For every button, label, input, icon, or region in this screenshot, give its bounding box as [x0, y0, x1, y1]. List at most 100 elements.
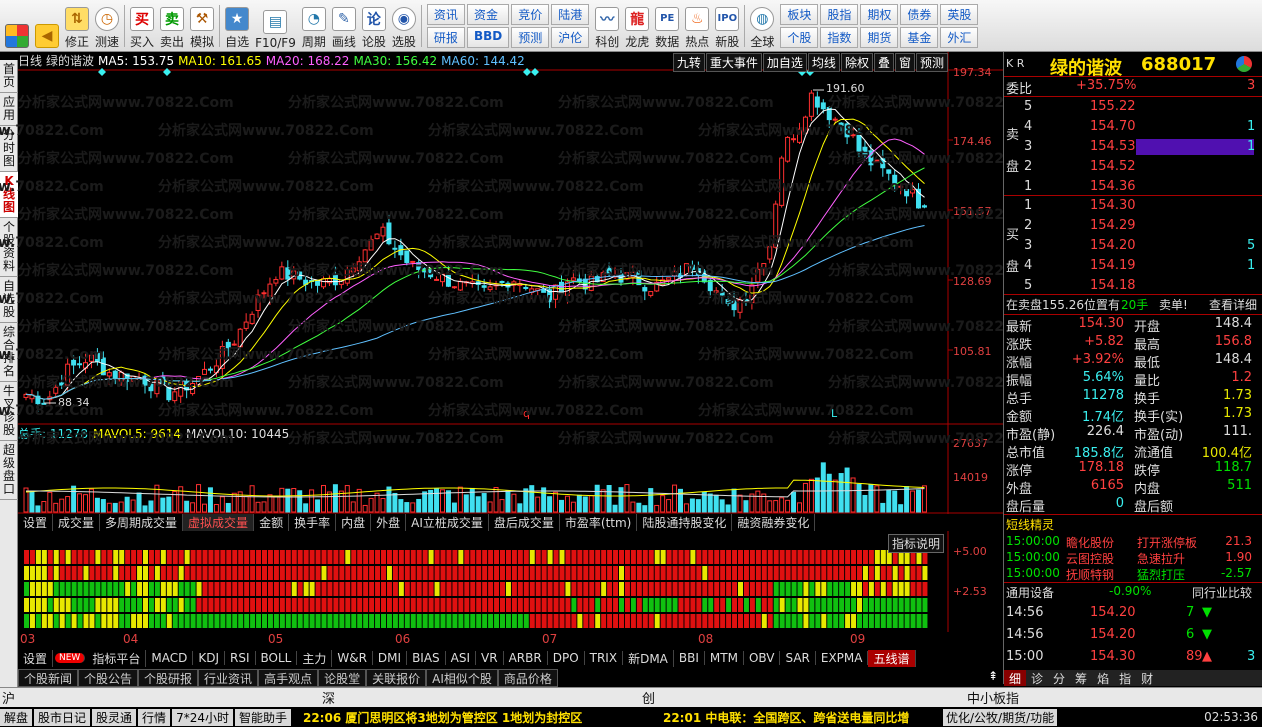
vtab-ranking[interactable]: 综合排名: [0, 323, 18, 382]
chart-btn-events[interactable]: 重大事件: [705, 53, 762, 72]
news-tab[interactable]: 个股公告: [78, 669, 139, 687]
buy-level-row[interactable]: 3 154.20 5: [1004, 238, 1255, 256]
ind-tab[interactable]: 金额: [254, 514, 290, 531]
btab[interactable]: ASI: [446, 651, 477, 665]
quick-link[interactable]: 沪伦: [551, 26, 590, 48]
quick-link[interactable]: 板块: [780, 3, 819, 25]
quick-link[interactable]: 预测: [511, 26, 550, 48]
f10-button[interactable]: ▤ F10/F9: [252, 2, 299, 50]
ind-tab[interactable]: 设置: [18, 514, 54, 531]
ind-tab-active[interactable]: 虚拟成交量: [183, 514, 255, 531]
news-tab[interactable]: 商品价格: [497, 669, 558, 687]
btab[interactable]: BOLL: [256, 651, 298, 665]
watchlist-button[interactable]: ★ 自选: [222, 2, 252, 50]
quick-link[interactable]: 指数: [820, 26, 859, 48]
quick-link[interactable]: 债券: [900, 3, 939, 25]
news-ticker-1[interactable]: 22:06 厦门思明区将3地划为管控区 1地划为封控区: [303, 709, 663, 726]
ipo-button[interactable]: IPO 新股: [712, 2, 742, 50]
chart-btn-jiuzhuan[interactable]: 九转: [672, 53, 705, 72]
quick-link[interactable]: 期权: [860, 3, 899, 25]
status-btn[interactable]: 股市日记: [34, 708, 91, 726]
btab-settings[interactable]: 设置: [18, 649, 54, 667]
btab[interactable]: RSI: [225, 651, 256, 665]
quick-link[interactable]: 外汇: [940, 26, 979, 48]
chart-btn-exright[interactable]: 除权: [840, 53, 873, 72]
btab[interactable]: EXPMA: [816, 651, 869, 665]
back-button[interactable]: ◀: [32, 2, 62, 50]
btab-active[interactable]: 五线谱: [868, 649, 916, 667]
buy-level-row[interactable]: 1 154.30: [1004, 198, 1254, 216]
btab[interactable]: 新DMA: [623, 649, 674, 667]
quick-link[interactable]: 资金: [466, 3, 510, 25]
index-chinext[interactable]: 创: [642, 688, 967, 707]
btab[interactable]: DMI: [373, 651, 408, 665]
news-tab[interactable]: 个股研报: [138, 669, 199, 687]
news-tab[interactable]: 论股堂: [318, 669, 367, 687]
ind-tab[interactable]: 陆股通持股变化: [637, 514, 733, 531]
period-button[interactable]: ◔ 周期: [299, 2, 329, 50]
ind-tab[interactable]: 市盈率(ttm): [560, 514, 638, 531]
ind-tab[interactable]: 外盘: [371, 514, 407, 531]
buy-level-row[interactable]: 4 154.19 1: [1004, 258, 1255, 276]
order-detail-link[interactable]: 查看详细: [1209, 296, 1257, 313]
status-btn[interactable]: 行情: [138, 708, 171, 726]
sell-level-row[interactable]: 3 154.53 1: [1004, 139, 1255, 157]
vtab-apps[interactable]: 应用: [0, 93, 18, 126]
vtab-diagnosis[interactable]: 牛叉诊股: [0, 382, 18, 441]
vtab-home[interactable]: 首页: [0, 60, 18, 93]
sell-level-row[interactable]: 5 155.22: [1004, 99, 1254, 117]
panel-tab[interactable]: 筹: [1070, 670, 1092, 686]
vtab-watchlist[interactable]: 自选股: [0, 277, 18, 323]
panel-tab[interactable]: 指: [1114, 670, 1136, 686]
btab[interactable]: BBI: [674, 651, 705, 665]
hotspot-button[interactable]: ♨ 热点: [682, 2, 712, 50]
status-menu[interactable]: 优化/公牧/期货/功能: [942, 708, 1058, 726]
sector-compare-link[interactable]: 同行业比较: [1192, 584, 1252, 601]
collapse-icon[interactable]: ⇞: [982, 669, 1003, 687]
status-btn[interactable]: 股灵通: [92, 708, 137, 726]
menu-button[interactable]: [2, 2, 32, 50]
news-tab[interactable]: 行业资讯: [198, 669, 259, 687]
btab[interactable]: TRIX: [585, 651, 624, 665]
quick-link[interactable]: BBD: [466, 26, 510, 48]
quick-link[interactable]: 基金: [900, 26, 939, 48]
news-ticker-2[interactable]: 22:01 中电联：全国跨区、跨省送电量同比增: [663, 709, 943, 726]
toolbar-button-xiuzheng[interactable]: ⇅ 修正: [62, 2, 92, 50]
status-btn[interactable]: 解盘: [0, 708, 33, 726]
btab[interactable]: 主力: [297, 649, 333, 667]
lungu-button[interactable]: 论论股: [359, 2, 389, 50]
kechuang-button[interactable]: 〰科创: [592, 2, 622, 50]
toolbar-button-cesu[interactable]: ◷ 测速: [92, 2, 122, 50]
news-tab[interactable]: 关联报价: [366, 669, 427, 687]
panel-tab[interactable]: 焰: [1092, 670, 1114, 686]
vtab-kline[interactable]: K线图: [0, 172, 18, 218]
sector-name[interactable]: 通用设备: [1006, 584, 1054, 601]
btab[interactable]: KDJ: [193, 651, 225, 665]
ind-tab[interactable]: 换手率: [289, 514, 337, 531]
sell-level-row[interactable]: 1 154.36: [1004, 179, 1254, 197]
status-btn[interactable]: 7*24小时: [172, 708, 233, 726]
btab[interactable]: OBV: [744, 651, 781, 665]
btab[interactable]: MTM: [705, 651, 744, 665]
vtab-stock-profile[interactable]: 个股资料: [0, 218, 18, 277]
longhu-button[interactable]: 龍龙虎: [622, 2, 652, 50]
kline-chart-area[interactable]: 日线 绿的谐波 MA5: 153.75 MA10: 161.65 MA20: 168.2…: [0, 52, 1044, 672]
news-tab[interactable]: 高手观点: [258, 669, 319, 687]
buy-level-row[interactable]: 5 154.18: [1004, 278, 1254, 296]
ind-tab[interactable]: 融资融券变化: [732, 514, 816, 531]
ind-tab[interactable]: 成交量: [53, 514, 101, 531]
chart-btn-ma[interactable]: 均线: [807, 53, 840, 72]
btab[interactable]: ARBR: [504, 651, 548, 665]
news-tab[interactable]: 个股新闻: [18, 669, 79, 687]
kline-chart[interactable]: [18, 52, 1003, 672]
btab[interactable]: SAR: [780, 651, 816, 665]
btab[interactable]: DPO: [548, 651, 585, 665]
chart-btn-window[interactable]: 窗: [894, 53, 915, 72]
sell-level-row[interactable]: 2 154.52: [1004, 159, 1254, 177]
chart-btn-add-watch[interactable]: 加自选: [762, 53, 807, 72]
data-button[interactable]: PE 数据: [652, 2, 682, 50]
quick-link[interactable]: 研报: [426, 26, 465, 48]
quick-link[interactable]: 资讯: [426, 3, 465, 25]
quick-link[interactable]: 期货: [860, 26, 899, 48]
buy-level-row[interactable]: 2 154.29: [1004, 218, 1254, 236]
